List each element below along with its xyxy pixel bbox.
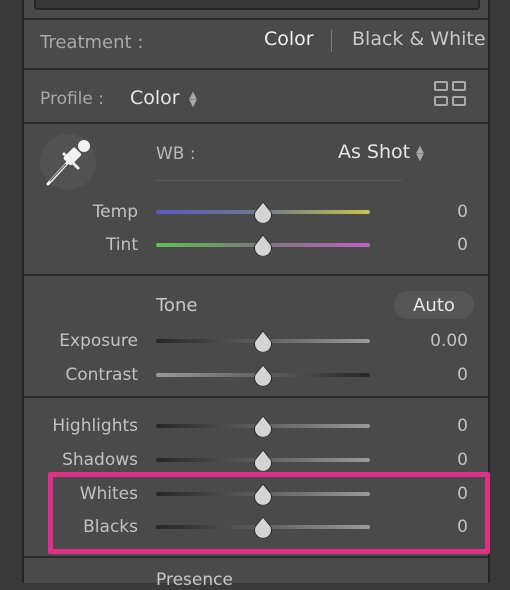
slider-label-tint: Tint — [105, 235, 138, 255]
divider — [24, 18, 488, 20]
slider-value-exposure[interactable]: 0.00 — [408, 331, 468, 351]
treatment-separator — [331, 30, 332, 52]
tone-auto-button[interactable]: Auto — [394, 291, 474, 319]
wb-dropdown[interactable]: As Shot — [338, 141, 410, 163]
slider-value-tint[interactable]: 0 — [408, 235, 468, 255]
divider — [24, 396, 488, 398]
profile-label: Profile : — [40, 89, 104, 109]
whites-blacks-highlight-box — [48, 472, 490, 554]
slider-value-contrast[interactable]: 0 — [408, 365, 468, 385]
slider-label-highlights: Highlights — [52, 416, 138, 436]
wb-label: WB : — [156, 144, 196, 164]
slider-value-shadows[interactable]: 0 — [408, 450, 468, 470]
divider — [24, 122, 488, 124]
divider — [24, 556, 488, 558]
slider-label-temp: Temp — [92, 202, 138, 222]
treatment-black-white-option[interactable]: Black & White — [352, 28, 486, 50]
exposure-slider-knob[interactable] — [253, 330, 273, 353]
wb-stepper-icon[interactable]: ▲ ▼ — [415, 145, 425, 163]
slider-label-shadows: Shadows — [62, 450, 138, 470]
divider — [24, 274, 488, 276]
profile-dropdown[interactable]: Color — [130, 87, 180, 109]
slider-value-temp[interactable]: 0 — [408, 202, 468, 222]
treatment-color-option[interactable]: Color — [264, 28, 314, 50]
temp-slider-knob[interactable] — [253, 201, 273, 224]
wb-underline — [156, 180, 402, 181]
wb-eyedropper-icon[interactable] — [40, 134, 96, 190]
contrast-slider-knob[interactable] — [253, 364, 273, 387]
divider — [24, 68, 488, 70]
slider-label-contrast: Contrast — [65, 365, 138, 385]
profile-stepper-icon[interactable]: ▲ ▼ — [188, 91, 198, 109]
profile-browser-grid-icon[interactable] — [434, 81, 470, 111]
highlights-slider-knob[interactable] — [253, 415, 273, 438]
slider-value-highlights[interactable]: 0 — [408, 416, 468, 436]
shadows-slider-knob[interactable] — [253, 449, 273, 472]
top-strip — [34, 0, 480, 10]
tint-slider-knob[interactable] — [253, 234, 273, 257]
slider-label-exposure: Exposure — [59, 331, 138, 351]
presence-heading: Presence — [156, 570, 233, 590]
tone-heading: Tone — [156, 295, 198, 316]
treatment-label: Treatment : — [40, 32, 144, 53]
